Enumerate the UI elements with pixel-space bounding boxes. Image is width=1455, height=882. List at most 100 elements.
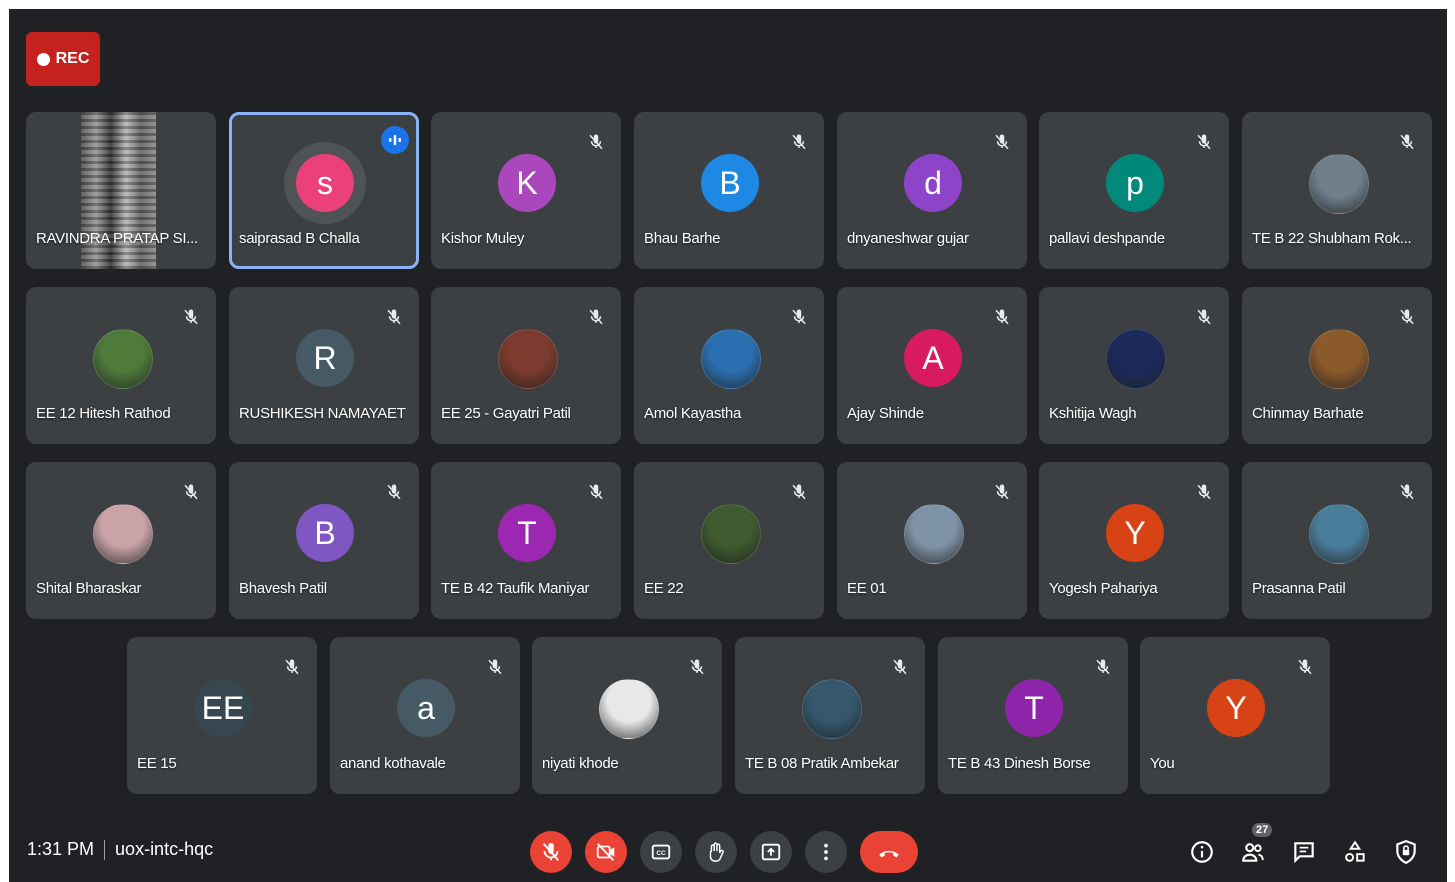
participant-tile[interactable]: EE 25 - Gayatri Patil [431, 287, 621, 444]
mic-off-icon [182, 307, 200, 327]
mic-off-icon [385, 482, 403, 502]
captions-icon: CC [651, 844, 671, 860]
avatar: B [701, 154, 759, 212]
participant-tile[interactable]: EE EE 15 [127, 637, 317, 794]
participant-name: TE B 42 Taufik Maniyar [441, 580, 590, 597]
participant-name: TE B 43 Dinesh Borse [948, 755, 1091, 772]
meeting-info-button[interactable] [1187, 837, 1217, 867]
participant-name: Prasanna Patil [1252, 580, 1346, 597]
participant-tile[interactable]: T TE B 43 Dinesh Borse [938, 637, 1128, 794]
chat-icon [1294, 842, 1314, 864]
meeting-details: 1:31 PM uox-intc-hqc [27, 839, 213, 860]
participant-name: Bhau Barhe [644, 230, 721, 247]
participant-tile[interactable]: Y You [1140, 637, 1330, 794]
participant-tile[interactable]: Chinmay Barhate [1242, 287, 1432, 444]
participant-name: pallavi deshpande [1049, 230, 1165, 247]
participant-name: Kshitija Wagh [1049, 405, 1137, 422]
participant-tile[interactable]: p pallavi deshpande [1039, 112, 1229, 269]
present-icon [761, 843, 781, 861]
avatar: K [498, 154, 556, 212]
mic-off-icon [486, 657, 504, 677]
participant-name: EE 15 [137, 755, 177, 772]
mic-off-icon [993, 307, 1011, 327]
mic-off-icon [1094, 657, 1112, 677]
mic-off-icon [688, 657, 706, 677]
participant-name: TE B 08 Pratik Ambekar [745, 755, 899, 772]
camera-toggle-button[interactable] [585, 831, 627, 873]
avatar: a [397, 679, 455, 737]
participant-name: Bhavesh Patil [239, 580, 327, 597]
mic-off-icon [587, 307, 605, 327]
participant-tile[interactable]: niyati khode [532, 637, 722, 794]
people-icon [1242, 843, 1264, 862]
record-dot-icon [36, 52, 50, 66]
more-options-button[interactable] [805, 831, 847, 873]
mic-off-icon [1195, 307, 1213, 327]
mic-off-icon [790, 482, 808, 502]
more-icon [824, 843, 828, 861]
host-controls-button[interactable] [1391, 837, 1421, 867]
mic-off-icon [542, 842, 560, 861]
avatar: Y [1106, 504, 1164, 562]
info-icon [1191, 841, 1213, 863]
captions-button[interactable]: CC [640, 831, 682, 873]
leave-call-icon [879, 851, 899, 858]
leave-call-button[interactable] [860, 831, 918, 873]
participant-name: You [1150, 755, 1175, 772]
participant-tile[interactable]: Y Yogesh Pahariya [1039, 462, 1229, 619]
chat-button[interactable] [1289, 837, 1319, 867]
avatar [1309, 504, 1369, 564]
participant-tile[interactable]: Kshitija Wagh [1039, 287, 1229, 444]
participant-tile[interactable]: Amol Kayastha [634, 287, 824, 444]
participant-tile[interactable]: K Kishor Muley [431, 112, 621, 269]
participant-tile[interactable]: TE B 08 Pratik Ambekar [735, 637, 925, 794]
participant-name: saiprasad B Challa [239, 230, 360, 247]
camera-off-icon [596, 843, 615, 861]
participant-tile[interactable]: B Bhavesh Patil [229, 462, 419, 619]
svg-text:CC: CC [656, 850, 666, 857]
participant-tile[interactable]: R RUSHIKESH NAMAYAET [229, 287, 419, 444]
participant-tile[interactable]: T TE B 42 Taufik Maniyar [431, 462, 621, 619]
participant-name: Chinmay Barhate [1252, 405, 1364, 422]
avatar: B [296, 504, 354, 562]
avatar: d [904, 154, 962, 212]
microphone-toggle-button[interactable] [530, 831, 572, 873]
avatar [93, 329, 153, 389]
people-button[interactable]: 27 [1238, 823, 1273, 867]
participant-tile[interactable]: Prasanna Patil [1242, 462, 1432, 619]
raise-hand-button[interactable] [695, 831, 737, 873]
meeting-code: uox-intc-hqc [115, 839, 214, 859]
participant-name: TE B 22 Shubham Rok... [1252, 230, 1412, 247]
mic-off-icon [1398, 482, 1416, 502]
avatar: A [904, 329, 962, 387]
avatar: T [1005, 679, 1063, 737]
mic-off-icon [790, 132, 808, 152]
activities-button[interactable] [1340, 837, 1370, 867]
participant-tile[interactable]: Shital Bharaskar [26, 462, 216, 619]
mic-off-icon [1398, 307, 1416, 327]
participant-name: EE 25 - Gayatri Patil [441, 405, 571, 422]
participant-tile[interactable]: B Bhau Barhe [634, 112, 824, 269]
participant-tile[interactable]: s saiprasad B Challa [229, 112, 419, 269]
participant-tile[interactable]: EE 12 Hitesh Rathod [26, 287, 216, 444]
participant-tile[interactable]: d dnyaneshwar gujar [837, 112, 1027, 269]
participant-name: Kishor Muley [441, 230, 525, 247]
participant-name: Shital Bharaskar [36, 580, 142, 597]
participant-count-badge: 27 [1252, 823, 1273, 837]
participant-tile[interactable]: RAVINDRA PRATAP SI... [26, 112, 216, 269]
avatar [1309, 329, 1369, 389]
mic-off-icon [283, 657, 301, 677]
participant-name: EE 22 [644, 580, 684, 597]
participant-tile[interactable]: EE 22 [634, 462, 824, 619]
mic-off-icon [790, 307, 808, 327]
participant-name: niyati khode [542, 755, 619, 772]
participant-tile[interactable]: TE B 22 Shubham Rok... [1242, 112, 1432, 269]
participant-name: anand kothavale [340, 755, 446, 772]
participant-tile[interactable]: A Ajay Shinde [837, 287, 1027, 444]
avatar [498, 329, 558, 389]
participant-tile[interactable]: EE 01 [837, 462, 1027, 619]
mic-off-icon [891, 657, 909, 677]
present-now-button[interactable] [750, 831, 792, 873]
participant-tile[interactable]: a anand kothavale [330, 637, 520, 794]
mic-off-icon [1195, 482, 1213, 502]
